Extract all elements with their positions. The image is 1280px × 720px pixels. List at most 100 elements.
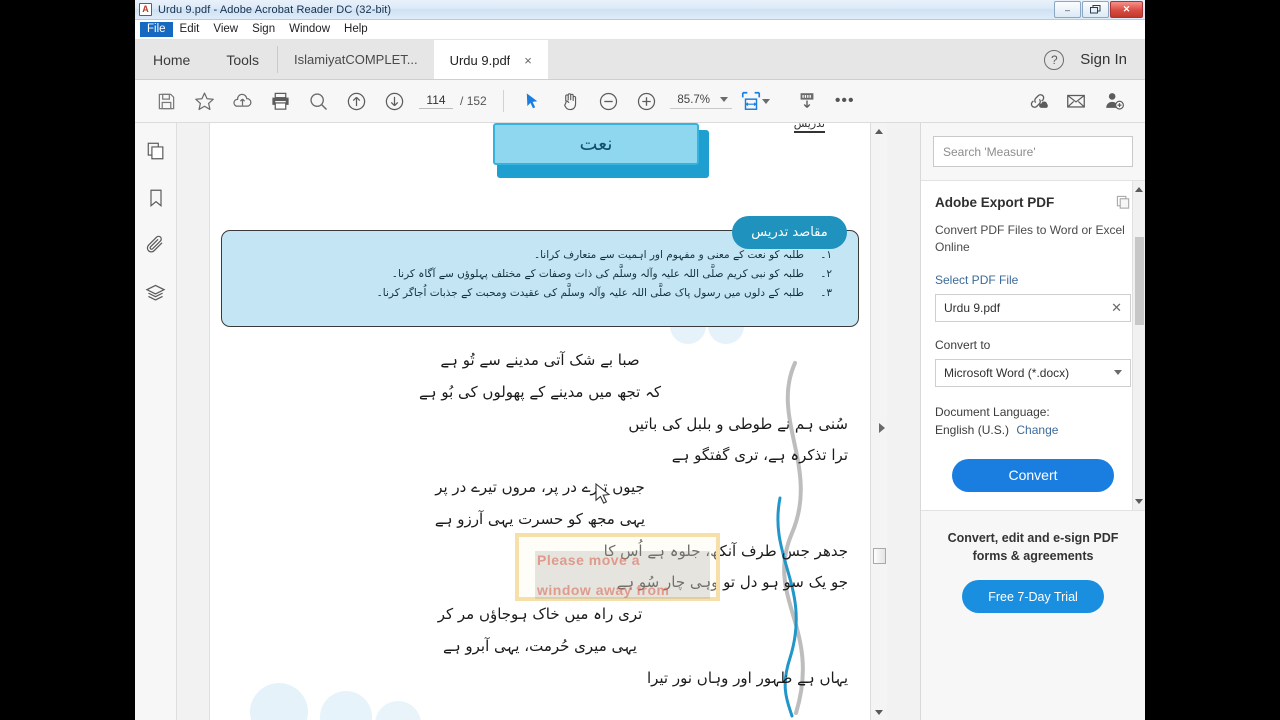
- menu-view[interactable]: View: [206, 22, 245, 38]
- fit-page-chevron-down-icon[interactable]: [761, 98, 770, 104]
- more-tools-button[interactable]: •••: [826, 85, 864, 117]
- panel-scroll-down[interactable]: [1133, 494, 1145, 510]
- title-bar: A Urdu 9.pdf - Adobe Acrobat Reader DC (…: [135, 0, 1145, 20]
- card-header: Adobe Export PDF: [935, 195, 1131, 215]
- menu-help[interactable]: Help: [337, 22, 375, 38]
- verse-line: یہی مجھ کو حسرت یہی آرزو ہے: [434, 509, 646, 528]
- document-viewport[interactable]: تدریس نعت مقاصد تدریس ۱۔ طلبہ کو نعت کے …: [177, 123, 920, 720]
- chevron-down-icon: [719, 97, 728, 102]
- convert-button[interactable]: Convert: [952, 458, 1114, 492]
- sign-in-button[interactable]: Sign In: [1080, 51, 1127, 68]
- pdf-page: تدریس نعت مقاصد تدریس ۱۔ طلبہ کو نعت کے …: [210, 123, 870, 720]
- change-language-link[interactable]: Change: [1016, 423, 1058, 437]
- panel-scroll-up[interactable]: [1133, 181, 1145, 197]
- search-tools-input[interactable]: Search 'Measure': [933, 136, 1133, 167]
- verse-line: صبا بے شک آتی مدینے سے تُو ہے: [440, 351, 640, 369]
- zoom-in-button[interactable]: [628, 85, 666, 117]
- minimize-button[interactable]: –: [1054, 1, 1081, 18]
- decorative-blob: [320, 691, 372, 720]
- document-scrollbar[interactable]: [870, 123, 887, 720]
- zoom-out-button[interactable]: [590, 85, 628, 117]
- menu-edit[interactable]: Edit: [173, 22, 207, 38]
- objective-text: طلبہ کو نبی کریم صلَّی اللہ علیہ وآلہ وس…: [391, 268, 804, 280]
- document-tab-label: Urdu 9.pdf: [449, 53, 511, 68]
- arrow-up-circle-icon: [347, 92, 365, 110]
- tab-tools[interactable]: Tools: [208, 52, 277, 68]
- free-trial-button[interactable]: Free 7-Day Trial: [962, 580, 1104, 614]
- scroll-down-button[interactable]: [871, 704, 887, 720]
- scroll-up-button[interactable]: [871, 123, 887, 139]
- copy-icon[interactable]: [1116, 195, 1131, 215]
- banner-front: نعت: [493, 123, 699, 165]
- share-link-button[interactable]: [1019, 85, 1057, 117]
- panel-scrollbar-thumb[interactable]: [1135, 237, 1144, 325]
- document-language-label: Document Language:: [935, 404, 1050, 419]
- select-tool-button[interactable]: [514, 85, 552, 117]
- verse-line: یہی میری حُرمت، یہی آبرو ہے: [443, 636, 637, 655]
- bookmarks-icon[interactable]: [146, 188, 166, 213]
- page-number-input[interactable]: 114: [419, 93, 453, 109]
- triangle-down-icon: [1135, 499, 1143, 505]
- objective-text: طلبہ کے دلوں میں رسول پاک صلَّی اللہ علی…: [376, 287, 804, 299]
- objective-number: ۱۔: [820, 249, 832, 261]
- card-title: Adobe Export PDF: [935, 195, 1055, 210]
- add-bookmark-button[interactable]: [185, 85, 223, 117]
- zoom-level-value: 85.7%: [677, 93, 711, 106]
- objective-number: ۲۔: [820, 268, 832, 280]
- document-tab-islamiyat[interactable]: IslamiyatCOMPLET...: [278, 40, 434, 79]
- print-button[interactable]: [261, 85, 299, 117]
- close-tab-icon[interactable]: ×: [524, 53, 532, 68]
- window-controls: – ✕: [1054, 1, 1143, 18]
- verse-line: جیوں تیرے در پر، مروں تیرے در پر: [435, 478, 645, 496]
- close-button[interactable]: ✕: [1110, 1, 1143, 18]
- poem-verses: صبا بے شک آتی مدینے سے تُو ہے کہ تجھ میں…: [210, 345, 870, 694]
- promo-card: Convert, edit and e-sign PDF forms & agr…: [921, 511, 1145, 631]
- verse-line: یہاں ہے ظہور اور وہاں نور تیرا: [646, 668, 848, 687]
- search-document-button[interactable]: [299, 85, 337, 117]
- objectives-tag: مقاصد تدریس: [732, 216, 847, 249]
- acrobat-window: A Urdu 9.pdf - Adobe Acrobat Reader DC (…: [135, 0, 1145, 720]
- clear-file-icon[interactable]: ✕: [1111, 300, 1122, 316]
- expand-panel-icon[interactable]: [879, 423, 885, 433]
- tooltip-line-1: Please move a: [537, 552, 641, 568]
- selected-file-name: Urdu 9.pdf: [944, 300, 1001, 315]
- save-button[interactable]: [147, 85, 185, 117]
- chevron-down-icon: [1114, 370, 1122, 376]
- selected-file-field[interactable]: Urdu 9.pdf ✕: [935, 293, 1131, 322]
- scrollbar-thumb[interactable]: [873, 548, 886, 564]
- convert-to-select[interactable]: Microsoft Word (*.docx): [935, 358, 1131, 387]
- promo-text: Convert, edit and e-sign PDF forms & agr…: [947, 530, 1119, 563]
- save-icon: [158, 93, 174, 109]
- main-toolbar: 114 / 152 85.7% •••: [135, 80, 1145, 123]
- next-page-button[interactable]: [375, 85, 413, 117]
- tab-nav: Home Tools: [135, 40, 277, 79]
- page-thumbnails-icon[interactable]: [146, 141, 166, 166]
- menu-bar: File Edit View Sign Window Help: [135, 20, 1145, 40]
- email-icon: [1067, 94, 1085, 108]
- cursor-arrow-icon: [527, 92, 538, 108]
- zoom-level-selector[interactable]: 85.7%: [669, 93, 732, 109]
- menu-file[interactable]: File: [140, 21, 173, 38]
- tab-home[interactable]: Home: [135, 52, 208, 68]
- scroll-mode-button[interactable]: [788, 85, 826, 117]
- add-person-button[interactable]: [1095, 85, 1133, 117]
- upload-to-cloud-button[interactable]: [223, 85, 261, 117]
- tab-bar: Home Tools IslamiyatCOMPLET... Urdu 9.pd…: [135, 40, 1145, 80]
- restore-button[interactable]: [1082, 1, 1109, 18]
- document-tab-urdu[interactable]: Urdu 9.pdf ×: [433, 40, 548, 79]
- help-icon[interactable]: ?: [1044, 49, 1065, 70]
- layers-icon[interactable]: [145, 283, 166, 309]
- panel-scrollbar[interactable]: [1132, 181, 1145, 510]
- convert-to-value: Microsoft Word (*.docx): [944, 365, 1070, 380]
- menu-window[interactable]: Window: [282, 22, 337, 38]
- attachments-icon[interactable]: [145, 235, 166, 261]
- menu-sign[interactable]: Sign: [245, 22, 282, 38]
- zoom-out-icon: [600, 92, 618, 110]
- select-pdf-file-label[interactable]: Select PDF File: [935, 273, 1131, 287]
- work-area: تدریس نعت مقاصد تدریس ۱۔ طلبہ کو نعت کے …: [135, 123, 1145, 720]
- hand-tool-button[interactable]: [552, 85, 590, 117]
- naat-banner: نعت: [493, 123, 709, 178]
- previous-page-button[interactable]: [337, 85, 375, 117]
- tab-bar-right: ? Sign In: [1044, 40, 1145, 79]
- email-document-button[interactable]: [1057, 85, 1095, 117]
